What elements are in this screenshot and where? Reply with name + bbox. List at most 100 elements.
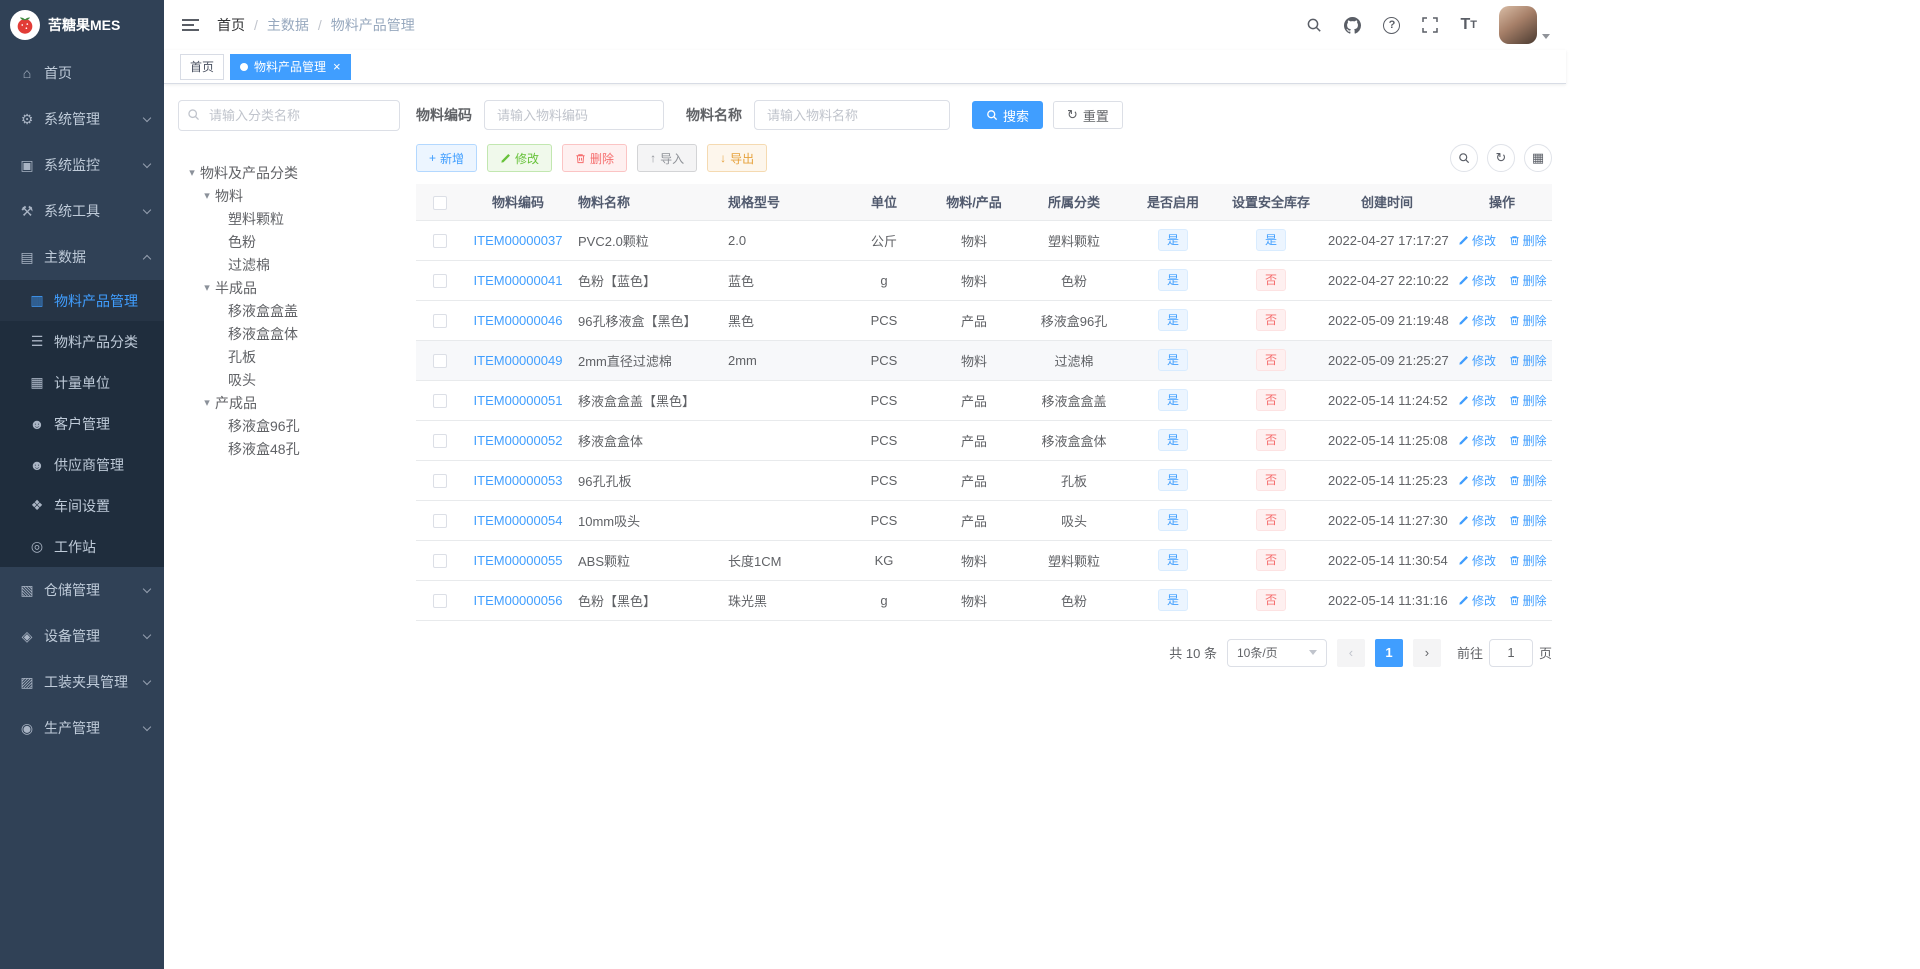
- sidebar-item-material-product-category[interactable]: ☰ 物料产品分类: [0, 321, 164, 362]
- delete-link[interactable]: 删除: [1509, 352, 1547, 369]
- sidebar-item-production-management[interactable]: ◉ 生产管理: [0, 705, 164, 751]
- edit-button[interactable]: 修改: [487, 144, 553, 172]
- row-checkbox[interactable]: [433, 433, 447, 448]
- edit-link[interactable]: 修改: [1458, 272, 1496, 289]
- code-filter-input[interactable]: [484, 100, 664, 130]
- search-icon[interactable]: [1306, 17, 1322, 33]
- caret-down-icon[interactable]: ▾: [199, 396, 215, 409]
- delete-link[interactable]: 删除: [1509, 432, 1547, 449]
- sidebar-item-master-data[interactable]: ▤ 主数据: [0, 234, 164, 280]
- item-code-link[interactable]: ITEM00000055: [474, 553, 563, 568]
- edit-link[interactable]: 修改: [1458, 232, 1496, 249]
- page-number-button[interactable]: 1: [1374, 638, 1403, 667]
- tree-node-well-plate[interactable]: 孔板: [178, 345, 400, 368]
- add-button[interactable]: + 新增: [416, 144, 478, 172]
- tree-node-pigment[interactable]: 色粉: [178, 230, 400, 253]
- item-code-link[interactable]: ITEM00000053: [474, 473, 563, 488]
- export-button[interactable]: ↓ 导出: [707, 144, 768, 172]
- edit-link[interactable]: 修改: [1458, 352, 1496, 369]
- category-search-input[interactable]: [178, 100, 400, 131]
- item-code-link[interactable]: ITEM00000052: [474, 433, 563, 448]
- sidebar-item-supplier-management[interactable]: ☻ 供应商管理: [0, 444, 164, 485]
- row-checkbox[interactable]: [433, 473, 447, 488]
- refresh-button[interactable]: ↻: [1487, 144, 1515, 172]
- next-page-button[interactable]: ›: [1412, 638, 1441, 667]
- tree-node-root[interactable]: ▾ 物料及产品分类: [178, 161, 400, 184]
- sidebar-item-device-management[interactable]: ◈ 设备管理: [0, 613, 164, 659]
- edit-link[interactable]: 修改: [1458, 592, 1496, 609]
- edit-link[interactable]: 修改: [1458, 432, 1496, 449]
- sidebar-item-system-management[interactable]: ⚙ 系统管理: [0, 96, 164, 142]
- sidebar-item-home[interactable]: ⌂ 首页: [0, 50, 164, 96]
- tree-node-box-96[interactable]: 移液盒96孔: [178, 414, 400, 437]
- sidebar-item-measure-unit[interactable]: ▦ 计量单位: [0, 362, 164, 403]
- app-logo[interactable]: 苦糖果MES: [0, 0, 164, 50]
- item-code-link[interactable]: ITEM00000054: [474, 513, 563, 528]
- tab-home[interactable]: 首页: [180, 53, 225, 80]
- sidebar-item-system-monitoring[interactable]: ▣ 系统监控: [0, 142, 164, 188]
- sidebar-item-fixture-management[interactable]: ▨ 工装夹具管理: [0, 659, 164, 705]
- fullscreen-icon[interactable]: [1422, 17, 1439, 33]
- help-icon[interactable]: ?: [1383, 16, 1401, 34]
- sidebar-item-workstation[interactable]: ◎ 工作站: [0, 526, 164, 567]
- row-checkbox[interactable]: [433, 233, 447, 248]
- github-icon[interactable]: [1344, 16, 1362, 34]
- row-checkbox[interactable]: [433, 353, 447, 368]
- row-checkbox[interactable]: [433, 273, 447, 288]
- delete-link[interactable]: 删除: [1509, 232, 1547, 249]
- reset-button[interactable]: ↻ 重置: [1053, 101, 1123, 129]
- hamburger-icon[interactable]: [180, 15, 201, 35]
- column-settings-button[interactable]: ▦: [1524, 144, 1552, 172]
- sidebar-item-warehouse-management[interactable]: ▧ 仓储管理: [0, 567, 164, 613]
- edit-link[interactable]: 修改: [1458, 312, 1496, 329]
- row-checkbox[interactable]: [433, 513, 447, 528]
- sidebar-item-workshop-settings[interactable]: ❖ 车间设置: [0, 485, 164, 526]
- page-size-select[interactable]: 10条/页: [1226, 638, 1327, 667]
- tree-node-box-48[interactable]: 移液盒48孔: [178, 437, 400, 460]
- tree-node-plastic-granule[interactable]: 塑料颗粒: [178, 207, 400, 230]
- sidebar-item-customer-management[interactable]: ☻ 客户管理: [0, 403, 164, 444]
- delete-link[interactable]: 删除: [1509, 312, 1547, 329]
- close-icon[interactable]: ×: [333, 60, 341, 73]
- search-button[interactable]: 搜索: [972, 101, 1044, 129]
- row-checkbox[interactable]: [433, 553, 447, 568]
- select-all-checkbox[interactable]: [433, 195, 447, 210]
- item-code-link[interactable]: ITEM00000046: [474, 313, 563, 328]
- row-checkbox[interactable]: [433, 313, 447, 328]
- tree-node-tip[interactable]: 吸头: [178, 368, 400, 391]
- item-code-link[interactable]: ITEM00000049: [474, 353, 563, 368]
- prev-page-button[interactable]: ‹: [1336, 638, 1365, 667]
- edit-link[interactable]: 修改: [1458, 392, 1496, 409]
- edit-link[interactable]: 修改: [1458, 512, 1496, 529]
- tree-node-filter-cotton[interactable]: 过滤棉: [178, 253, 400, 276]
- name-filter-input[interactable]: [754, 100, 950, 130]
- item-code-link[interactable]: ITEM00000037: [474, 233, 563, 248]
- delete-link[interactable]: 删除: [1509, 392, 1547, 409]
- tree-node-finished[interactable]: ▾ 产成品: [178, 391, 400, 414]
- row-checkbox[interactable]: [433, 593, 447, 608]
- edit-link[interactable]: 修改: [1458, 472, 1496, 489]
- breadcrumb-home[interactable]: 首页: [217, 15, 245, 35]
- tree-node-material[interactable]: ▾ 物料: [178, 184, 400, 207]
- delete-link[interactable]: 删除: [1509, 552, 1547, 569]
- import-button[interactable]: ↑ 导入: [637, 144, 698, 172]
- goto-page-input[interactable]: [1488, 638, 1533, 667]
- row-checkbox[interactable]: [433, 393, 447, 408]
- delete-link[interactable]: 删除: [1509, 512, 1547, 529]
- caret-down-icon[interactable]: ▾: [184, 166, 200, 179]
- item-code-link[interactable]: ITEM00000051: [474, 393, 563, 408]
- delete-link[interactable]: 删除: [1509, 472, 1547, 489]
- sidebar-item-system-tools[interactable]: ⚒ 系统工具: [0, 188, 164, 234]
- delete-button[interactable]: 删除: [562, 144, 628, 172]
- item-code-link[interactable]: ITEM00000041: [474, 273, 563, 288]
- delete-link[interactable]: 删除: [1509, 272, 1547, 289]
- caret-down-icon[interactable]: ▾: [199, 189, 215, 202]
- user-menu[interactable]: [1499, 6, 1550, 44]
- delete-link[interactable]: 删除: [1509, 592, 1547, 609]
- sidebar-item-material-product-management[interactable]: ▥ 物料产品管理: [0, 280, 164, 321]
- item-code-link[interactable]: ITEM00000056: [474, 593, 563, 608]
- tree-node-box-body[interactable]: 移液盒盒体: [178, 322, 400, 345]
- toggle-search-button[interactable]: [1450, 144, 1478, 172]
- breadcrumb-master-data[interactable]: 主数据: [267, 15, 309, 35]
- edit-link[interactable]: 修改: [1458, 552, 1496, 569]
